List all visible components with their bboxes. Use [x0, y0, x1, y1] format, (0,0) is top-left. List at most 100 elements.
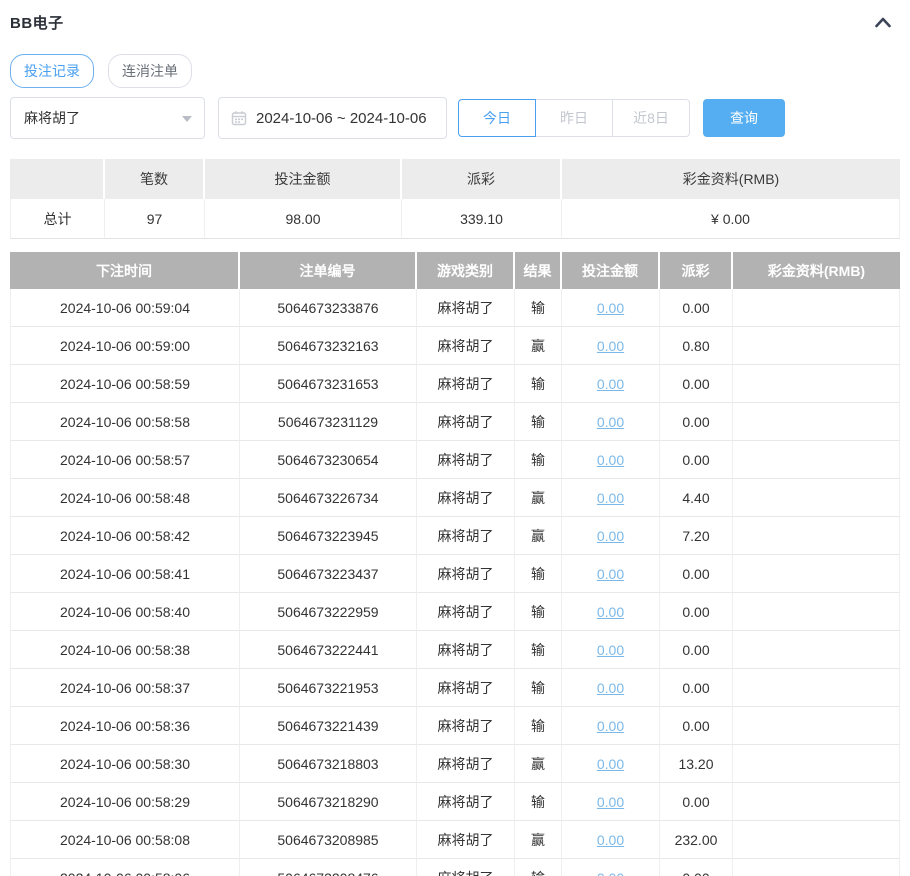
- cell-payout: 0.80: [660, 327, 733, 365]
- summary-header-row: 笔数 投注金额 派彩 彩金资料(RMB): [10, 159, 900, 199]
- bet-records-panel: BB电子 投注记录 连消注单 麻将胡了: [0, 0, 910, 876]
- cell-bet-time: 2024-10-06 00:58:30: [10, 745, 240, 783]
- bet-amount-link[interactable]: 0.00: [597, 376, 624, 392]
- cell-bet-amount: 0.00: [562, 479, 660, 517]
- cell-game-type: 麻将胡了: [417, 593, 515, 631]
- bet-amount-link[interactable]: 0.00: [597, 794, 624, 810]
- cell-payout: 0.00: [660, 783, 733, 821]
- cell-payout: 0.00: [660, 555, 733, 593]
- bet-amount-link[interactable]: 0.00: [597, 338, 624, 354]
- cell-result: 赢: [515, 745, 562, 783]
- bet-amount-link[interactable]: 0.00: [597, 566, 624, 582]
- cell-result: 输: [515, 441, 562, 479]
- bet-amount-link[interactable]: 0.00: [597, 604, 624, 620]
- cell-bet-time: 2024-10-06 00:58:59: [10, 365, 240, 403]
- cell-payout: 232.00: [660, 821, 733, 859]
- date-range-input[interactable]: 2024-10-06 ~ 2024-10-06: [218, 97, 447, 139]
- bet-amount-link[interactable]: 0.00: [597, 414, 624, 430]
- cell-payout: 0.00: [660, 669, 733, 707]
- cell-result: 赢: [515, 517, 562, 555]
- cell-order-id: 5064673221953: [240, 669, 417, 707]
- bet-amount-link[interactable]: 0.00: [597, 452, 624, 468]
- cell-game-type: 麻将胡了: [417, 859, 515, 876]
- bet-amount-link[interactable]: 0.00: [597, 756, 624, 772]
- game-select[interactable]: 麻将胡了: [10, 97, 205, 139]
- tab-bet-records[interactable]: 投注记录: [10, 54, 94, 88]
- cell-order-id: 5064673208476: [240, 859, 417, 876]
- cell-game-type: 麻将胡了: [417, 327, 515, 365]
- cell-payout: 0.00: [660, 365, 733, 403]
- cell-bet-amount: 0.00: [562, 859, 660, 876]
- cell-bonus: [733, 745, 900, 783]
- table-row: 2024-10-06 00:58:585064673231129麻将胡了输0.0…: [10, 403, 900, 441]
- cell-bet-amount: 0.00: [562, 441, 660, 479]
- collapse-panel-button[interactable]: [872, 13, 894, 31]
- bet-amount-link[interactable]: 0.00: [597, 528, 624, 544]
- cell-bet-time: 2024-10-06 00:58:48: [10, 479, 240, 517]
- table-row: 2024-10-06 00:58:575064673230654麻将胡了输0.0…: [10, 441, 900, 479]
- bet-amount-link[interactable]: 0.00: [597, 718, 624, 734]
- summary-header-bet-amount: 投注金额: [205, 159, 402, 199]
- search-button[interactable]: 查询: [703, 99, 785, 137]
- cell-bonus: [733, 365, 900, 403]
- cell-bet-time: 2024-10-06 00:58:42: [10, 517, 240, 555]
- game-select-value: 麻将胡了: [24, 108, 80, 128]
- cell-order-id: 5064673222959: [240, 593, 417, 631]
- chevron-down-icon: [182, 116, 192, 122]
- cell-bonus: [733, 859, 900, 876]
- cell-bet-time: 2024-10-06 00:58:40: [10, 593, 240, 631]
- bet-amount-link[interactable]: 0.00: [597, 832, 624, 848]
- col-header-bet-amount: 投注金额: [562, 252, 660, 289]
- summary-header-count: 笔数: [105, 159, 205, 199]
- cell-bet-time: 2024-10-06 00:59:00: [10, 327, 240, 365]
- cell-game-type: 麻将胡了: [417, 745, 515, 783]
- bet-amount-link[interactable]: 0.00: [597, 490, 624, 506]
- cell-game-type: 麻将胡了: [417, 821, 515, 859]
- table-row: 2024-10-06 00:58:065064673208476麻将胡了输0.0…: [10, 859, 900, 876]
- date-range-value: 2024-10-06 ~ 2024-10-06: [256, 110, 427, 127]
- summary-total-row: 总计 97 98.00 339.10 ¥ 0.00: [10, 199, 900, 239]
- summary-table: 笔数 投注金额 派彩 彩金资料(RMB) 总计 97 98.00 339.10 …: [10, 159, 900, 239]
- cell-bonus: [733, 707, 900, 745]
- cell-bet-amount: 0.00: [562, 745, 660, 783]
- cell-order-id: 5064673222441: [240, 631, 417, 669]
- cell-bonus: [733, 517, 900, 555]
- summary-total-bet-amount: 98.00: [205, 199, 402, 239]
- bet-amount-link[interactable]: 0.00: [597, 300, 624, 316]
- cell-bonus: [733, 479, 900, 517]
- cell-order-id: 5064673221439: [240, 707, 417, 745]
- cell-bonus: [733, 631, 900, 669]
- page-title: BB电子: [10, 12, 64, 33]
- cell-bet-amount: 0.00: [562, 783, 660, 821]
- cell-order-id: 5064673230654: [240, 441, 417, 479]
- cell-result: 输: [515, 707, 562, 745]
- table-row: 2024-10-06 00:58:405064673222959麻将胡了输0.0…: [10, 593, 900, 631]
- yesterday-button[interactable]: 昨日: [535, 99, 613, 137]
- cell-payout: 7.20: [660, 517, 733, 555]
- tab-voided-bets[interactable]: 连消注单: [108, 54, 192, 88]
- cell-payout: 0.00: [660, 593, 733, 631]
- cell-bet-amount: 0.00: [562, 631, 660, 669]
- table-body: 2024-10-06 00:59:045064673233876麻将胡了输0.0…: [10, 289, 900, 876]
- cell-order-id: 5064673231653: [240, 365, 417, 403]
- col-header-order-id: 注单编号: [240, 252, 417, 289]
- cell-game-type: 麻将胡了: [417, 783, 515, 821]
- summary-total-label: 总计: [10, 199, 105, 239]
- cell-result: 赢: [515, 327, 562, 365]
- summary-total-count: 97: [105, 199, 205, 239]
- summary-header-payout: 派彩: [402, 159, 562, 199]
- today-button[interactable]: 今日: [458, 99, 536, 137]
- table-header-row: 下注时间 注单编号 游戏类别 结果 投注金额 派彩 彩金资料(RMB): [10, 252, 900, 289]
- cell-game-type: 麻将胡了: [417, 365, 515, 403]
- bet-amount-link[interactable]: 0.00: [597, 642, 624, 658]
- cell-order-id: 5064673218803: [240, 745, 417, 783]
- cell-payout: 0.00: [660, 631, 733, 669]
- bet-amount-link[interactable]: 0.00: [597, 680, 624, 696]
- col-header-bonus: 彩金资料(RMB): [733, 252, 900, 289]
- bet-amount-link[interactable]: 0.00: [597, 870, 624, 876]
- cell-game-type: 麻将胡了: [417, 555, 515, 593]
- last-8-days-button[interactable]: 近8日: [612, 99, 690, 137]
- cell-bet-time: 2024-10-06 00:59:04: [10, 289, 240, 327]
- table-row: 2024-10-06 00:58:085064673208985麻将胡了赢0.0…: [10, 821, 900, 859]
- cell-result: 输: [515, 403, 562, 441]
